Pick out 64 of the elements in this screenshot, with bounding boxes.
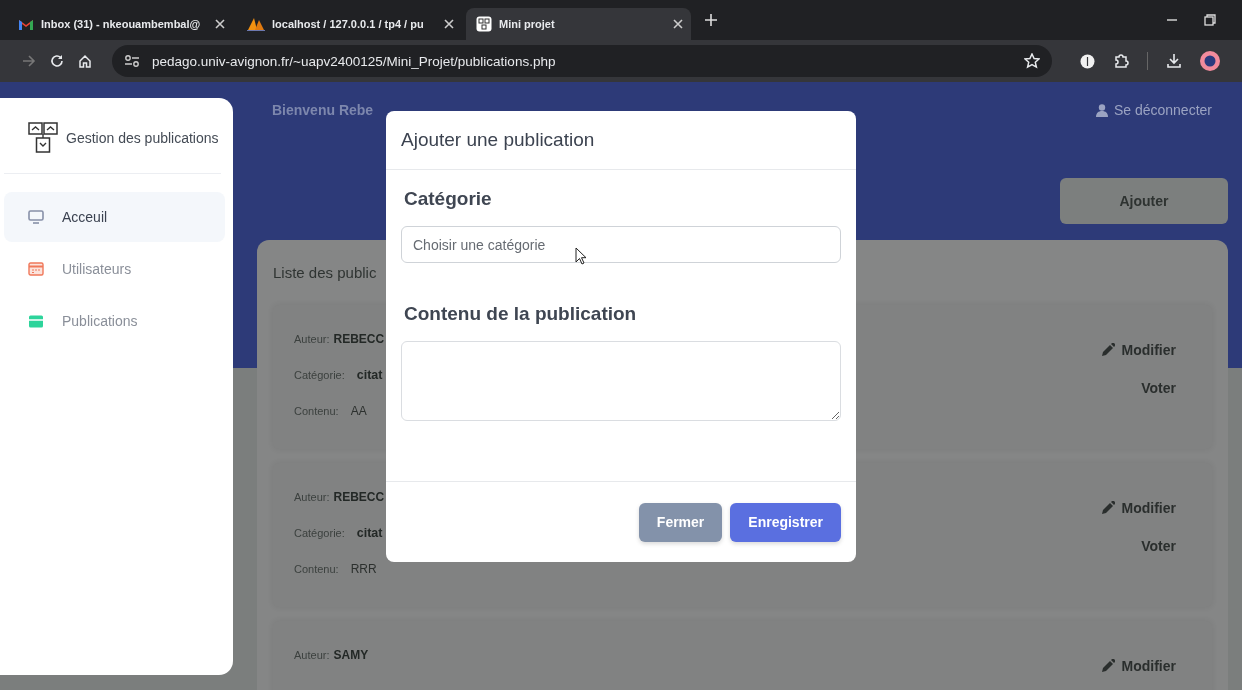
field-label: Auteur:	[294, 491, 330, 503]
content-text: AA	[350, 404, 367, 418]
field-label: Catégorie:	[294, 527, 345, 539]
nav-item[interactable]: Publications	[4, 296, 225, 346]
bookmark-star-icon[interactable]	[1024, 53, 1040, 69]
reload-icon[interactable]	[50, 54, 64, 68]
author-name: SAMY	[333, 648, 369, 662]
avatar-icon[interactable]	[1200, 51, 1220, 71]
sail-icon	[247, 17, 265, 31]
download-icon[interactable]	[1166, 53, 1182, 69]
logout-link[interactable]: Se déconnecter	[1095, 102, 1212, 118]
author-name: REBECC	[333, 490, 385, 504]
field-label: Contenu:	[294, 405, 339, 417]
save-button[interactable]: Enregistrer	[730, 502, 841, 542]
nav-item[interactable]: Utilisateurs	[4, 244, 225, 294]
card-icon	[28, 314, 44, 328]
browser-tab[interactable]: Mini projet	[466, 8, 691, 40]
brand-title: Gestion des publications	[66, 129, 219, 146]
pencil-icon	[1100, 501, 1115, 515]
pencil-icon	[1100, 659, 1115, 673]
restore-icon[interactable]	[1204, 14, 1216, 26]
field-label: Catégorie:	[294, 369, 345, 381]
boxes-logo-icon	[28, 122, 58, 153]
category-field[interactable]: Choisir une catégorie	[401, 226, 841, 263]
content-field[interactable]	[401, 341, 841, 421]
close-icon[interactable]	[444, 19, 454, 29]
monitor-icon	[28, 210, 44, 224]
field-label: Auteur:	[294, 333, 330, 345]
close-button[interactable]: Fermer	[638, 502, 723, 542]
browser-tab[interactable]: localhost / 127.0.0.1 / tp4 / pu	[237, 8, 462, 40]
pencil-icon	[1100, 343, 1115, 357]
author-name: REBECC	[333, 332, 385, 346]
nav-item[interactable]: Acceuil	[4, 192, 225, 242]
mail-icon	[18, 18, 34, 30]
home-icon[interactable]	[78, 54, 92, 68]
address-bar[interactable]: pedago.univ-avignon.fr/~uapv2400125/Mini_Projet/publications.php	[112, 45, 1052, 77]
add-button[interactable]: Ajouter	[1060, 178, 1228, 224]
site-settings-icon[interactable]	[124, 54, 140, 68]
new-tab-icon[interactable]	[705, 14, 717, 26]
puzzle-icon[interactable]	[1113, 53, 1129, 69]
modal-title: Ajouter une publication	[386, 111, 856, 170]
category-value: citat	[356, 368, 383, 382]
field-label: Contenu de la publication	[403, 303, 638, 325]
extension-circle-icon[interactable]	[1080, 53, 1095, 69]
edit-button[interactable]: Modifier	[1100, 658, 1176, 674]
category-value: citat	[356, 526, 383, 540]
browser-tab[interactable]: Inbox (31) - nkeouambembal@	[8, 8, 233, 40]
pointer-icon	[575, 247, 587, 265]
page-icon	[476, 16, 492, 32]
field-label: Auteur:	[294, 649, 330, 661]
vote-button[interactable]: Voter	[1141, 538, 1176, 554]
edit-button[interactable]: Modifier	[1100, 342, 1176, 358]
forward-icon[interactable]	[22, 54, 36, 68]
close-icon[interactable]	[215, 19, 225, 29]
close-icon[interactable]	[673, 19, 683, 29]
vote-button[interactable]: Voter	[1141, 380, 1176, 396]
field-label: Contenu:	[294, 563, 339, 575]
field-label: Catégorie	[403, 188, 493, 210]
edit-button[interactable]: Modifier	[1100, 500, 1176, 516]
calendar-icon	[28, 262, 44, 276]
card-title: Liste des public	[273, 264, 378, 281]
content-text: RRR	[350, 562, 377, 576]
user-icon	[1095, 103, 1108, 117]
welcome-text: Bienvenu Rebe	[271, 102, 374, 118]
